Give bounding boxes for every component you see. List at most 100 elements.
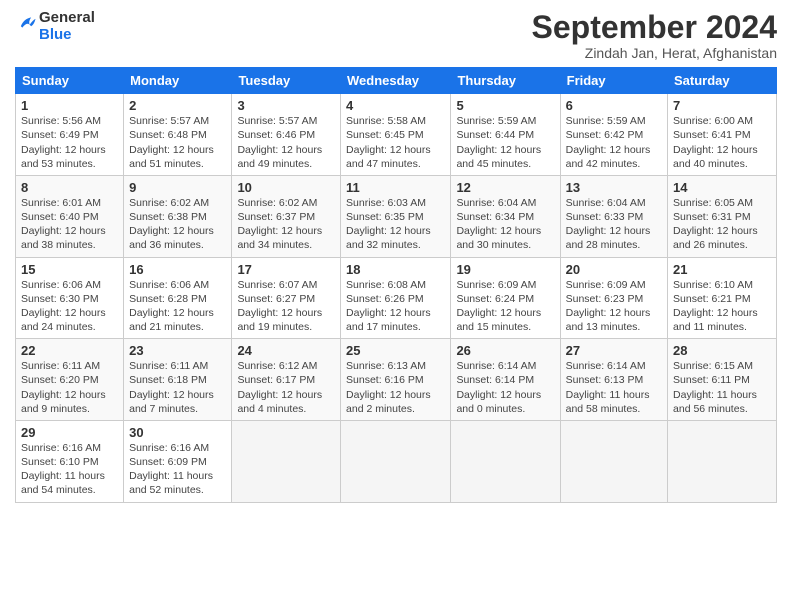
day-number: 29 bbox=[21, 425, 118, 440]
page-container: General Blue September 2024 Zindah Jan, … bbox=[0, 0, 792, 513]
day-number: 11 bbox=[346, 180, 445, 195]
day-number: 1 bbox=[21, 98, 118, 113]
calendar-cell: 8Sunrise: 6:01 AMSunset: 6:40 PMDaylight… bbox=[16, 175, 124, 257]
calendar-header-row: SundayMondayTuesdayWednesdayThursdayFrid… bbox=[16, 68, 777, 94]
calendar-week-2: 8Sunrise: 6:01 AMSunset: 6:40 PMDaylight… bbox=[16, 175, 777, 257]
calendar-header-monday: Monday bbox=[124, 68, 232, 94]
day-detail: Sunrise: 6:06 AMSunset: 6:30 PMDaylight:… bbox=[21, 278, 118, 335]
day-detail: Sunrise: 6:11 AMSunset: 6:20 PMDaylight:… bbox=[21, 359, 118, 416]
day-detail: Sunrise: 6:09 AMSunset: 6:24 PMDaylight:… bbox=[456, 278, 554, 335]
logo-general-text: General bbox=[39, 10, 95, 27]
calendar-cell: 26Sunrise: 6:14 AMSunset: 6:14 PMDayligh… bbox=[451, 339, 560, 421]
day-number: 4 bbox=[346, 98, 445, 113]
calendar-cell: 10Sunrise: 6:02 AMSunset: 6:37 PMDayligh… bbox=[232, 175, 341, 257]
day-detail: Sunrise: 6:16 AMSunset: 6:10 PMDaylight:… bbox=[21, 441, 118, 498]
day-number: 7 bbox=[673, 98, 771, 113]
day-detail: Sunrise: 6:11 AMSunset: 6:18 PMDaylight:… bbox=[129, 359, 226, 416]
calendar-cell: 7Sunrise: 6:00 AMSunset: 6:41 PMDaylight… bbox=[668, 94, 777, 176]
day-number: 14 bbox=[673, 180, 771, 195]
day-detail: Sunrise: 5:58 AMSunset: 6:45 PMDaylight:… bbox=[346, 114, 445, 171]
header: General Blue September 2024 Zindah Jan, … bbox=[15, 10, 777, 61]
day-number: 19 bbox=[456, 262, 554, 277]
month-title: September 2024 bbox=[532, 10, 777, 45]
calendar-cell: 2Sunrise: 5:57 AMSunset: 6:48 PMDaylight… bbox=[124, 94, 232, 176]
calendar-cell: 21Sunrise: 6:10 AMSunset: 6:21 PMDayligh… bbox=[668, 257, 777, 339]
calendar-table: SundayMondayTuesdayWednesdayThursdayFrid… bbox=[15, 67, 777, 502]
calendar-cell: 25Sunrise: 6:13 AMSunset: 6:16 PMDayligh… bbox=[341, 339, 451, 421]
day-detail: Sunrise: 6:07 AMSunset: 6:27 PMDaylight:… bbox=[237, 278, 335, 335]
day-detail: Sunrise: 6:13 AMSunset: 6:16 PMDaylight:… bbox=[346, 359, 445, 416]
day-detail: Sunrise: 6:03 AMSunset: 6:35 PMDaylight:… bbox=[346, 196, 445, 253]
calendar-cell: 24Sunrise: 6:12 AMSunset: 6:17 PMDayligh… bbox=[232, 339, 341, 421]
day-number: 3 bbox=[237, 98, 335, 113]
calendar-header-friday: Friday bbox=[560, 68, 667, 94]
day-detail: Sunrise: 5:59 AMSunset: 6:42 PMDaylight:… bbox=[566, 114, 662, 171]
day-number: 30 bbox=[129, 425, 226, 440]
calendar-cell: 1Sunrise: 5:56 AMSunset: 6:49 PMDaylight… bbox=[16, 94, 124, 176]
day-number: 10 bbox=[237, 180, 335, 195]
calendar-cell: 29Sunrise: 6:16 AMSunset: 6:10 PMDayligh… bbox=[16, 420, 124, 502]
calendar-cell bbox=[341, 420, 451, 502]
calendar-cell bbox=[560, 420, 667, 502]
calendar-week-1: 1Sunrise: 5:56 AMSunset: 6:49 PMDaylight… bbox=[16, 94, 777, 176]
calendar-week-3: 15Sunrise: 6:06 AMSunset: 6:30 PMDayligh… bbox=[16, 257, 777, 339]
day-detail: Sunrise: 5:57 AMSunset: 6:48 PMDaylight:… bbox=[129, 114, 226, 171]
day-number: 20 bbox=[566, 262, 662, 277]
day-detail: Sunrise: 6:05 AMSunset: 6:31 PMDaylight:… bbox=[673, 196, 771, 253]
day-detail: Sunrise: 5:59 AMSunset: 6:44 PMDaylight:… bbox=[456, 114, 554, 171]
calendar-week-5: 29Sunrise: 6:16 AMSunset: 6:10 PMDayligh… bbox=[16, 420, 777, 502]
day-number: 15 bbox=[21, 262, 118, 277]
day-number: 8 bbox=[21, 180, 118, 195]
day-number: 27 bbox=[566, 343, 662, 358]
calendar-header-wednesday: Wednesday bbox=[341, 68, 451, 94]
calendar-cell bbox=[232, 420, 341, 502]
day-number: 18 bbox=[346, 262, 445, 277]
day-detail: Sunrise: 6:09 AMSunset: 6:23 PMDaylight:… bbox=[566, 278, 662, 335]
calendar-cell bbox=[451, 420, 560, 502]
day-detail: Sunrise: 6:02 AMSunset: 6:38 PMDaylight:… bbox=[129, 196, 226, 253]
day-number: 2 bbox=[129, 98, 226, 113]
calendar-cell: 15Sunrise: 6:06 AMSunset: 6:30 PMDayligh… bbox=[16, 257, 124, 339]
calendar-cell: 4Sunrise: 5:58 AMSunset: 6:45 PMDaylight… bbox=[341, 94, 451, 176]
day-detail: Sunrise: 5:57 AMSunset: 6:46 PMDaylight:… bbox=[237, 114, 335, 171]
day-detail: Sunrise: 6:01 AMSunset: 6:40 PMDaylight:… bbox=[21, 196, 118, 253]
day-detail: Sunrise: 6:06 AMSunset: 6:28 PMDaylight:… bbox=[129, 278, 226, 335]
calendar-cell: 30Sunrise: 6:16 AMSunset: 6:09 PMDayligh… bbox=[124, 420, 232, 502]
day-detail: Sunrise: 6:04 AMSunset: 6:33 PMDaylight:… bbox=[566, 196, 662, 253]
calendar-cell: 3Sunrise: 5:57 AMSunset: 6:46 PMDaylight… bbox=[232, 94, 341, 176]
day-number: 22 bbox=[21, 343, 118, 358]
title-block: September 2024 Zindah Jan, Herat, Afghan… bbox=[532, 10, 777, 61]
calendar-cell: 11Sunrise: 6:03 AMSunset: 6:35 PMDayligh… bbox=[341, 175, 451, 257]
day-detail: Sunrise: 6:15 AMSunset: 6:11 PMDaylight:… bbox=[673, 359, 771, 416]
day-detail: Sunrise: 6:08 AMSunset: 6:26 PMDaylight:… bbox=[346, 278, 445, 335]
day-detail: Sunrise: 6:04 AMSunset: 6:34 PMDaylight:… bbox=[456, 196, 554, 253]
calendar-cell: 20Sunrise: 6:09 AMSunset: 6:23 PMDayligh… bbox=[560, 257, 667, 339]
day-number: 24 bbox=[237, 343, 335, 358]
logo-blue-text: Blue bbox=[39, 27, 95, 44]
calendar-cell: 16Sunrise: 6:06 AMSunset: 6:28 PMDayligh… bbox=[124, 257, 232, 339]
day-detail: Sunrise: 6:14 AMSunset: 6:14 PMDaylight:… bbox=[456, 359, 554, 416]
day-detail: Sunrise: 6:12 AMSunset: 6:17 PMDaylight:… bbox=[237, 359, 335, 416]
day-number: 5 bbox=[456, 98, 554, 113]
day-number: 6 bbox=[566, 98, 662, 113]
calendar-header-tuesday: Tuesday bbox=[232, 68, 341, 94]
day-detail: Sunrise: 6:14 AMSunset: 6:13 PMDaylight:… bbox=[566, 359, 662, 416]
calendar-header-sunday: Sunday bbox=[16, 68, 124, 94]
day-detail: Sunrise: 6:16 AMSunset: 6:09 PMDaylight:… bbox=[129, 441, 226, 498]
calendar-week-4: 22Sunrise: 6:11 AMSunset: 6:20 PMDayligh… bbox=[16, 339, 777, 421]
calendar-cell: 28Sunrise: 6:15 AMSunset: 6:11 PMDayligh… bbox=[668, 339, 777, 421]
calendar-cell: 9Sunrise: 6:02 AMSunset: 6:38 PMDaylight… bbox=[124, 175, 232, 257]
calendar-cell: 13Sunrise: 6:04 AMSunset: 6:33 PMDayligh… bbox=[560, 175, 667, 257]
location-title: Zindah Jan, Herat, Afghanistan bbox=[532, 45, 777, 61]
calendar-cell: 17Sunrise: 6:07 AMSunset: 6:27 PMDayligh… bbox=[232, 257, 341, 339]
day-number: 16 bbox=[129, 262, 226, 277]
logo: General Blue bbox=[15, 10, 95, 43]
calendar-cell: 14Sunrise: 6:05 AMSunset: 6:31 PMDayligh… bbox=[668, 175, 777, 257]
day-number: 23 bbox=[129, 343, 226, 358]
day-number: 9 bbox=[129, 180, 226, 195]
calendar-cell: 19Sunrise: 6:09 AMSunset: 6:24 PMDayligh… bbox=[451, 257, 560, 339]
calendar-cell: 23Sunrise: 6:11 AMSunset: 6:18 PMDayligh… bbox=[124, 339, 232, 421]
day-number: 21 bbox=[673, 262, 771, 277]
day-number: 26 bbox=[456, 343, 554, 358]
calendar-header-saturday: Saturday bbox=[668, 68, 777, 94]
